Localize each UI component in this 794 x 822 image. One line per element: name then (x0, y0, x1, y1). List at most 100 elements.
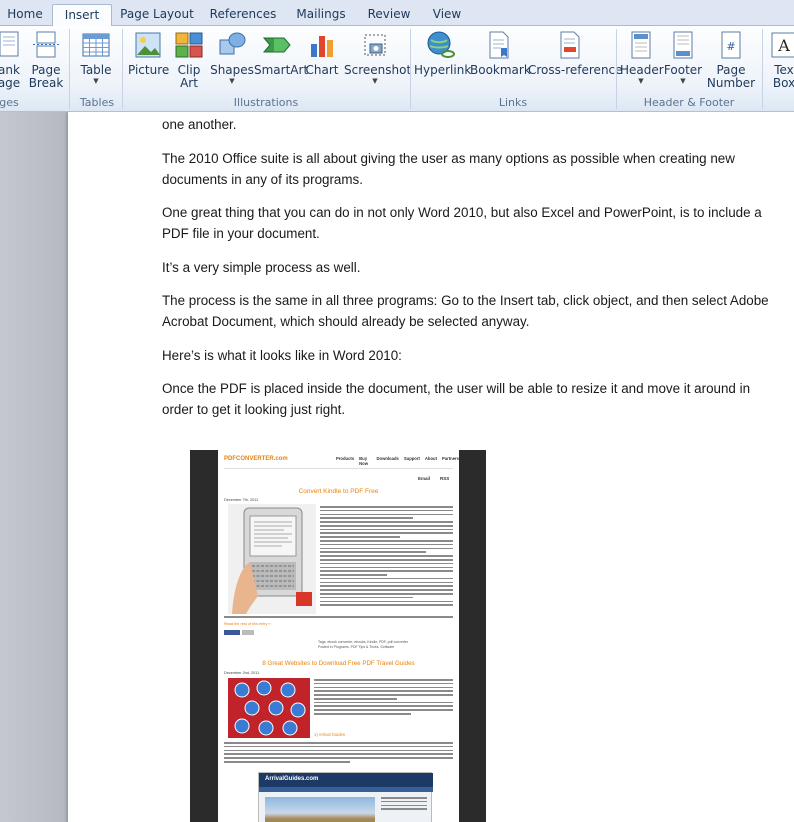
globe-icon (234, 680, 306, 736)
group-label-links: Links (498, 96, 528, 109)
pdf-page: PDFCONVERTER.com Products Buy Now Downlo… (218, 450, 459, 822)
chevron-down-icon: ▼ (638, 77, 644, 85)
travel-globe-image (228, 678, 310, 738)
pdf-nav-item: Downloads (376, 456, 399, 461)
smartart-button[interactable]: SmartArt (254, 30, 309, 77)
page-number-button[interactable]: # Page Number (704, 30, 758, 90)
document-paragraph[interactable]: The process is the same in all three pro… (162, 290, 782, 332)
pdf-post-body (224, 616, 453, 620)
screenshot-button[interactable]: Screenshot ▼ (344, 30, 412, 86)
page-margin-background (0, 112, 68, 822)
pdf-email-link: Email (418, 476, 431, 481)
document-area[interactable]: one another. The 2010 Office suite is al… (0, 112, 794, 822)
hyperlink-label: Hyperlink (414, 63, 472, 77)
text-box-icon: A (771, 32, 794, 58)
group-separator (122, 29, 123, 109)
pdf-nav-item: Partners (442, 456, 459, 461)
pdf-post-body (320, 506, 453, 608)
group-separator (616, 29, 617, 109)
hyperlink-button[interactable]: Hyperlink (414, 30, 472, 77)
castle-photo (265, 797, 375, 822)
chart-button[interactable]: Chart (302, 30, 342, 77)
table-label: Table (80, 63, 112, 77)
tab-page-layout[interactable]: Page Layout (114, 4, 200, 26)
document-paragraph[interactable]: It’s a very simple process as well. (162, 257, 782, 278)
embedded-pdf-object[interactable]: PDFCONVERTER.com Products Buy Now Downlo… (190, 450, 486, 822)
pdf-read-more-link: Read the rest of this entry » (224, 622, 271, 626)
footer-button[interactable]: Footer ▼ (662, 30, 704, 86)
document-paragraph[interactable]: Here’s is what it looks like in Word 201… (162, 345, 782, 366)
pdf-post-tags: Tags: ebook converter, ebooks, Kindle, P… (318, 640, 409, 644)
arrival-guides-screenshot: ArrivalGuides.com (258, 772, 433, 822)
document-paragraph[interactable]: one another. (162, 114, 782, 135)
group-label-header-footer: Header & Footer (643, 96, 735, 109)
chevron-down-icon: ▼ (372, 77, 378, 85)
share-button-icon (242, 630, 254, 635)
text-box-button[interactable]: A Tex Box (766, 30, 794, 90)
group-label-tables: Tables (79, 96, 115, 109)
pdf-nav-item: About (424, 456, 437, 461)
smartart-label: SmartArt (254, 63, 309, 77)
group-separator (762, 29, 763, 109)
arrival-guides-sidebar (381, 797, 427, 812)
hyperlink-icon (427, 31, 455, 58)
arrival-guides-header: ArrivalGuides.com (259, 773, 433, 787)
page-break-button[interactable]: Page Break (28, 30, 64, 90)
page-number-label: Page Number (706, 63, 756, 90)
tab-review[interactable]: Review (362, 4, 416, 26)
page-break-label: Page Break (28, 63, 64, 90)
chart-label: Chart (305, 63, 339, 77)
bookmark-icon (489, 31, 509, 59)
screenshot-label: Screenshot (344, 63, 412, 77)
pdf-post-date: December 2nd, 2011 (224, 671, 260, 675)
tab-insert[interactable]: Insert (52, 4, 112, 27)
shapes-button[interactable]: Shapes ▼ (210, 30, 254, 86)
bookmark-button[interactable]: Bookmark (470, 30, 531, 77)
picture-icon (135, 32, 161, 58)
tab-home[interactable]: Home (0, 4, 50, 26)
blank-page-label: ank age (0, 63, 21, 90)
pdf-arrival-guides-link: 1) Arrival Guides (314, 732, 345, 737)
chevron-down-icon: ▼ (93, 77, 99, 85)
group-label-illustrations: Illustrations (233, 96, 299, 109)
bookmark-label: Bookmark (470, 63, 531, 77)
kindle-device-icon (232, 507, 312, 614)
shapes-icon (219, 32, 246, 55)
document-paragraph[interactable]: Once the PDF is placed inside the docume… (162, 378, 782, 420)
blank-page-icon (0, 31, 19, 57)
pdf-post-title: Convert Kindle to PDF Free (298, 488, 379, 495)
svg-text:#: # (726, 40, 735, 53)
table-icon (82, 33, 110, 57)
group-separator (410, 29, 411, 109)
page-break-icon (33, 31, 59, 58)
chevron-down-icon: ▼ (680, 77, 686, 85)
ribbon-insert: ank age Page Break ges Table ▼ Tables Pi… (0, 26, 794, 112)
pdf-post-date: December 7th, 2011 (224, 498, 259, 502)
document-paragraph[interactable]: One great thing that you can do in not o… (162, 202, 782, 244)
shapes-label: Shapes (210, 63, 254, 77)
blank-page-button[interactable]: ank age (0, 30, 26, 90)
arrival-guides-logo: ArrivalGuides.com (265, 776, 319, 782)
picture-button[interactable]: Picture (128, 30, 169, 77)
table-button[interactable]: Table ▼ (76, 30, 116, 86)
tab-mailings[interactable]: Mailings (288, 4, 354, 26)
document-paragraph[interactable]: The 2010 Office suite is all about givin… (162, 148, 782, 190)
header-label: Header (620, 63, 664, 77)
chevron-down-icon: ▼ (229, 77, 235, 85)
tab-references[interactable]: References (204, 4, 282, 26)
ribbon-tab-bar: Home Insert Page Layout References Maili… (0, 0, 794, 27)
group-label-pages: ges (0, 96, 19, 109)
cross-reference-button[interactable]: Cross-reference (528, 30, 623, 77)
pdf-divider (224, 468, 453, 469)
clip-art-label: Clip Art (177, 63, 201, 90)
pdf-nav-item: Products (336, 456, 355, 461)
group-separator (69, 29, 70, 109)
pdf-post-body (224, 742, 453, 765)
cross-reference-label: Cross-reference (528, 63, 623, 77)
header-icon (631, 31, 651, 59)
header-button[interactable]: Header ▼ (620, 30, 664, 86)
clip-art-icon (175, 32, 203, 58)
clip-art-button[interactable]: Clip Art (170, 30, 208, 90)
arrival-guides-nav (259, 787, 433, 792)
tab-view[interactable]: View (420, 4, 474, 26)
